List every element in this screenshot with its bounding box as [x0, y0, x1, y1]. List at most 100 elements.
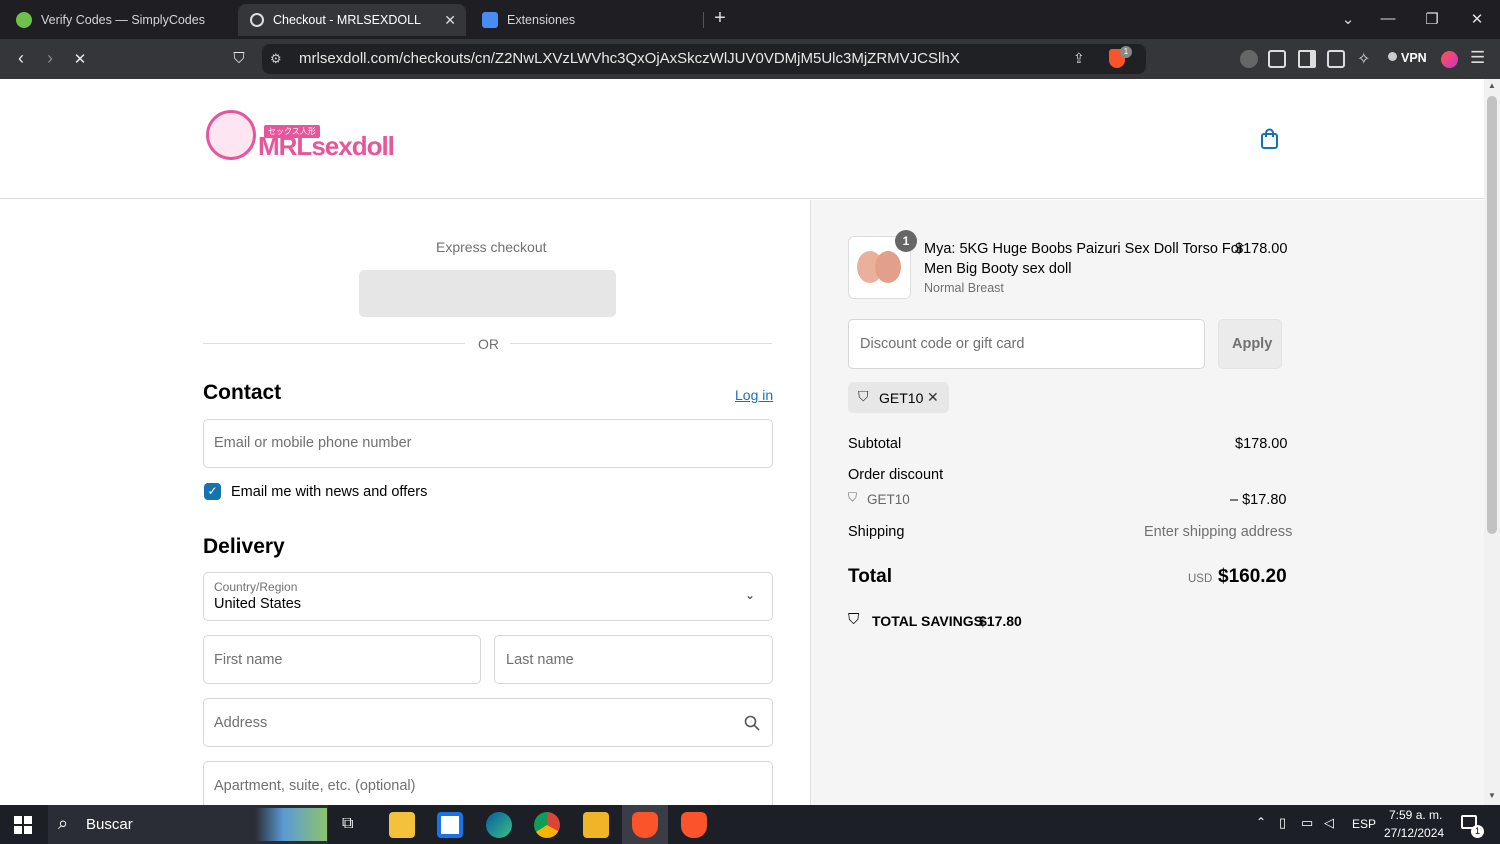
product-image-part [875, 251, 901, 283]
shield-badge: 1 [1120, 46, 1132, 58]
edge-icon[interactable] [486, 812, 512, 838]
shipping-label: Shipping [848, 524, 905, 540]
brave-icon[interactable] [632, 812, 658, 838]
email-opt-in-checkbox[interactable]: ✓ [204, 483, 221, 500]
address-field[interactable] [203, 698, 773, 747]
search-icon: ⌕ [58, 813, 69, 833]
simplycodes-icon [16, 12, 32, 28]
subtotal-label: Subtotal [848, 436, 902, 452]
tag-icon: ⛉ [858, 388, 869, 404]
tab-extensions[interactable]: Extensiones [470, 4, 698, 36]
order-discount-label: Order discount [848, 467, 944, 483]
divider [203, 343, 465, 344]
extensions-puzzle-icon[interactable] [1268, 50, 1286, 68]
new-tab-button[interactable]: + [710, 7, 730, 30]
menu-icon[interactable]: ☰ [1470, 48, 1485, 68]
delivery-heading: Delivery [203, 535, 285, 558]
country-label: Country/Region [214, 580, 298, 594]
remove-code-icon[interactable]: ✕ [927, 389, 939, 406]
clock-time[interactable]: 7:59 a. m. [1389, 808, 1442, 822]
product-title-line1: Mya: 5KG Huge Boobs Paizuri Sex Doll Tor… [924, 241, 1244, 257]
login-link[interactable]: Log in [735, 387, 773, 403]
extension-icon[interactable] [1240, 50, 1258, 68]
total-label: Total [848, 566, 892, 587]
savings-value: $17.80 [979, 613, 1022, 629]
folder-app-icon[interactable] [583, 812, 609, 838]
search-icon [744, 715, 760, 731]
puzzle-icon [482, 12, 498, 28]
vpn-button[interactable]: VPN [1401, 51, 1427, 65]
brave-window-icon[interactable] [681, 812, 707, 838]
tab-title: Verify Codes — SimplyCodes [41, 13, 205, 27]
url-text[interactable]: mrlsexdoll.com/checkouts/cn/Z2NwLXVzLWVh… [299, 50, 960, 67]
minimize-button[interactable]: — [1378, 10, 1398, 27]
country-value: United States [214, 596, 302, 612]
sidebar-icon[interactable] [1298, 50, 1316, 68]
savings-label: TOTAL SAVINGS [872, 613, 983, 629]
total-value: $160.20 [1218, 566, 1287, 587]
email-placeholder: Email or mobile phone number [214, 435, 412, 451]
checkout-page: セックス人形 MRLsexdoll Express checkout OR Co… [0, 79, 1484, 805]
discount-value: – $17.80 [1230, 492, 1287, 508]
tag-icon: ⛉ [848, 490, 858, 504]
currency-label: USD [1188, 573, 1213, 585]
stop-loading-button[interactable]: ✕ [68, 50, 92, 68]
scroll-up-arrow[interactable]: ▲ [1488, 81, 1496, 90]
express-checkout-label: Express checkout [436, 239, 547, 255]
apply-label: Apply [1232, 336, 1273, 352]
discount-code-label: GET10 [867, 492, 910, 507]
wallet-icon[interactable] [1327, 50, 1345, 68]
first-name-placeholder: First name [214, 652, 283, 668]
bookmark-icon[interactable]: ⛉ [227, 50, 251, 67]
share-icon[interactable]: ⇪ [1073, 50, 1085, 67]
subtotal-value: $178.00 [1235, 436, 1288, 452]
product-title-line2: Men Big Booty sex doll [924, 261, 1072, 277]
tab-search-chevron-icon[interactable]: ⌄ [1338, 10, 1358, 28]
email-opt-in-label: Email me with news and offers [231, 484, 428, 500]
apartment-placeholder: Apartment, suite, etc. (optional) [214, 778, 416, 794]
close-tab-icon[interactable]: ✕ [444, 12, 456, 29]
network-icon[interactable]: ▭ [1301, 815, 1313, 831]
site-info-icon[interactable]: ⚙ [270, 51, 282, 67]
contact-heading: Contact [203, 381, 282, 404]
express-checkout-button[interactable] [359, 270, 616, 317]
back-button[interactable]: ‹ [9, 48, 33, 69]
quantity-badge: 1 [895, 230, 917, 252]
scroll-down-arrow[interactable]: ▼ [1488, 791, 1496, 800]
forward-button[interactable]: › [38, 48, 62, 69]
restore-button[interactable]: ❐ [1422, 10, 1442, 28]
store-logo-mascot [206, 110, 256, 160]
leo-ai-icon[interactable]: ✧ [1357, 49, 1370, 69]
tab-checkout[interactable]: Checkout - MRLSEXDOLL ✕ [238, 4, 466, 36]
store-logo[interactable]: MRLsexdoll [258, 131, 395, 162]
product-variant: Normal Breast [924, 281, 1004, 295]
windows-start-icon[interactable] [14, 816, 32, 834]
taskbar-search-label: Buscar [86, 816, 133, 833]
chrome-icon[interactable] [534, 812, 560, 838]
tab-title: Extensiones [507, 13, 576, 27]
tab-simplycodes[interactable]: Verify Codes — SimplyCodes [4, 4, 232, 36]
profile-avatar[interactable] [1441, 51, 1458, 68]
search-highlight-image [255, 808, 327, 841]
scrollbar-thumb[interactable] [1487, 96, 1497, 534]
loading-icon [250, 13, 264, 27]
cart-icon[interactable] [1260, 128, 1279, 149]
product-price: $178.00 [1235, 241, 1288, 257]
address-placeholder: Address [214, 715, 268, 731]
chevron-down-icon: ⌄ [745, 588, 756, 602]
last-name-placeholder: Last name [506, 652, 574, 668]
task-view-icon[interactable]: ⧉ [342, 815, 353, 833]
browser-tab-bar: Verify Codes — SimplyCodes Checkout - MR… [0, 0, 1500, 39]
shipping-value: Enter shipping address [1144, 524, 1293, 540]
device-icon[interactable]: ▯ [1279, 815, 1286, 831]
vpn-icon [1388, 52, 1397, 61]
clock-date[interactable]: 27/12/2024 [1384, 826, 1444, 840]
ms-store-icon[interactable] [437, 812, 463, 838]
tray-chevron-icon[interactable]: ⌃ [1256, 815, 1266, 829]
volume-icon[interactable]: ◁ [1324, 815, 1334, 831]
language-indicator[interactable]: ESP [1352, 817, 1376, 831]
close-window-button[interactable]: ✕ [1467, 10, 1487, 28]
applied-code-label: GET10 [879, 390, 924, 406]
tab-title: Checkout - MRLSEXDOLL [273, 13, 421, 27]
file-explorer-icon[interactable] [389, 812, 415, 838]
